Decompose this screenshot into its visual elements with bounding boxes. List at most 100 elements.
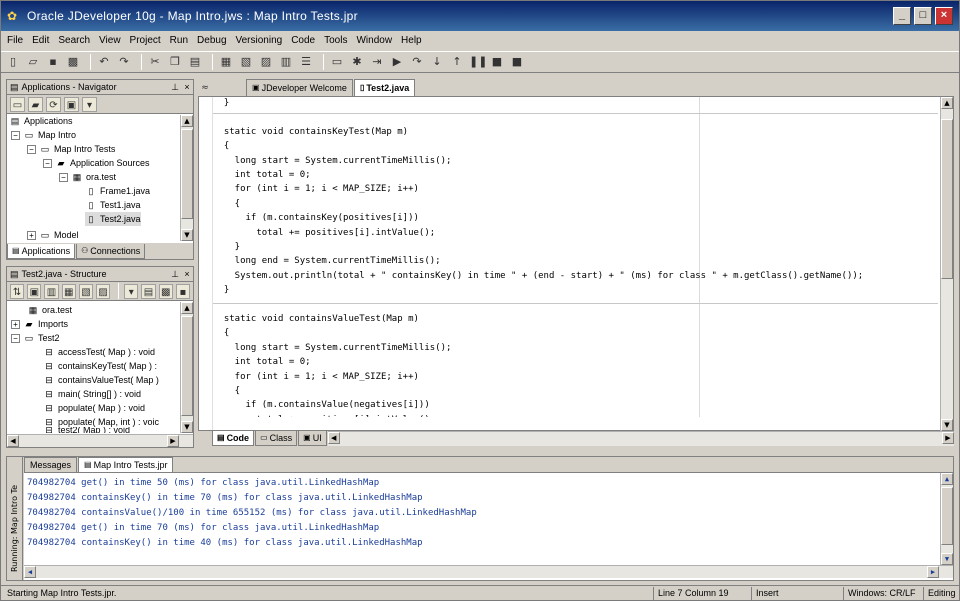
editor-gutter[interactable]	[199, 97, 213, 430]
menu-tools[interactable]: Tools	[324, 35, 347, 46]
filter-icon[interactable]: ▣	[64, 96, 79, 112]
tree-item-imports[interactable]: + ▰ Imports	[11, 317, 68, 331]
scroll-right-icon[interactable]: ▶	[927, 566, 939, 578]
tree-item-method[interactable]: ⊟ main( String[] ) : void	[43, 387, 141, 401]
scroll-thumb[interactable]	[181, 129, 193, 219]
tree-item-method[interactable]: ⊟ test2( Map ) : void	[43, 427, 130, 433]
cut-icon[interactable]: ✂	[147, 54, 163, 70]
pin-icon[interactable]: ⊥	[169, 269, 181, 280]
view-options-icon[interactable]: ▾	[124, 283, 139, 299]
collapse-icon[interactable]: −	[59, 172, 68, 182]
menu-view[interactable]: View	[99, 35, 121, 46]
tree-item-test2-java[interactable]: ▯ Test2.java	[85, 212, 141, 226]
log-hscrollbar[interactable]: ◀ ▶	[24, 565, 953, 578]
maximize-button[interactable]: □	[914, 7, 932, 25]
tab-jdeveloper-welcome[interactable]: ▣ JDeveloper Welcome	[246, 79, 353, 96]
menu-project[interactable]: Project	[130, 35, 161, 46]
menu-code[interactable]: Code	[291, 35, 315, 46]
deploy-icon[interactable]: ▨	[258, 54, 274, 70]
stop-icon[interactable]: ■	[489, 54, 505, 70]
tree-item-test1-java[interactable]: ▯ Test1.java	[85, 198, 141, 212]
tree-item-applications[interactable]: ▤ Applications	[9, 114, 73, 128]
tab-connections[interactable]: ⚇ Connections	[76, 244, 146, 259]
make-icon[interactable]: ▦	[218, 54, 234, 70]
show-public-icon[interactable]: ▧	[78, 283, 94, 299]
code-area[interactable]: } static void containsKeyTest(Map m) { l…	[213, 97, 938, 417]
title-bar[interactable]: ✿ Oracle JDeveloper 10g - Map Intro.jws …	[1, 1, 959, 31]
show-fields-icon[interactable]: ▣	[27, 283, 42, 299]
settings-icon[interactable]: ▪	[175, 283, 191, 299]
step-over-icon[interactable]: ↷	[409, 54, 425, 70]
scroll-right-icon[interactable]: ▶	[942, 432, 954, 444]
expand-icon[interactable]: +	[11, 319, 20, 329]
tree-item-method[interactable]: ⊟ containsValueTest( Map )	[43, 373, 159, 387]
scroll-left-icon[interactable]: ◀	[327, 432, 340, 444]
paste-icon[interactable]: ▤	[187, 54, 203, 70]
tab-test2-java[interactable]: ▯ Test2.java	[353, 79, 416, 96]
expand-icon[interactable]: +	[27, 230, 36, 240]
new-project-icon[interactable]: ▰	[28, 96, 43, 112]
ruler-icon[interactable]: ☰	[298, 54, 314, 70]
collapse-icon[interactable]: −	[43, 158, 52, 168]
scroll-down-icon[interactable]: ▼	[941, 553, 953, 565]
menu-window[interactable]: Window	[356, 35, 392, 46]
tab-applications[interactable]: ▤ Applications	[7, 244, 76, 259]
show-methods-icon[interactable]: ▥	[44, 283, 59, 299]
scroll-left-icon[interactable]: ◀	[24, 566, 36, 578]
copy-icon[interactable]: ❐	[167, 54, 183, 70]
new-application-icon[interactable]: ▭	[10, 96, 25, 112]
collapse-icon[interactable]: −	[11, 130, 20, 140]
tree-item-method[interactable]: ⊟ containsKeyTest( Map ) :	[43, 359, 157, 373]
tree-item-frame1-java[interactable]: ▯ Frame1.java	[85, 184, 151, 198]
menu-debug[interactable]: Debug	[197, 35, 226, 46]
menu-file[interactable]: File	[7, 35, 23, 46]
menu-help[interactable]: Help	[401, 35, 422, 46]
scroll-up-icon[interactable]: ▲	[181, 302, 193, 314]
menu-search[interactable]: Search	[58, 35, 90, 46]
run-to-cursor-icon[interactable]: ⇥	[369, 54, 385, 70]
structure-hscrollbar[interactable]: ◀ ▶	[7, 434, 193, 447]
profile-icon[interactable]: ▥	[278, 54, 294, 70]
log-side-strip[interactable]: Running: Map Intro Te	[7, 457, 23, 580]
freeze-view-icon[interactable]: ▤	[141, 283, 156, 299]
tab-list-icon[interactable]: ≈	[198, 80, 212, 96]
navigator-scrollbar[interactable]: ▲ ▼	[180, 115, 193, 241]
debug-bug-icon[interactable]: ✱	[349, 54, 365, 70]
panel-close-icon[interactable]: ×	[181, 269, 193, 279]
scroll-up-icon[interactable]: ▲	[941, 473, 953, 485]
step-into-icon[interactable]: ↓	[429, 54, 445, 70]
tab-class[interactable]: ▭ Class	[255, 431, 298, 446]
tree-item-ora-test[interactable]: − ▦ ora.test	[59, 170, 116, 184]
show-inherited-icon[interactable]: ▨	[96, 283, 111, 299]
scroll-thumb[interactable]	[941, 487, 953, 545]
tree-item-class-test2[interactable]: − ▭ Test2	[11, 331, 60, 345]
tree-item-application-sources[interactable]: − ▰ Application Sources	[43, 156, 150, 170]
tree-item-method[interactable]: ⊟ accessTest( Map ) : void	[43, 345, 155, 359]
sort-icon[interactable]: ⇅	[10, 283, 25, 299]
refresh-icon[interactable]: ⟳	[46, 96, 61, 112]
redo-icon[interactable]: ↷	[116, 54, 132, 70]
panel-close-icon[interactable]: ×	[181, 82, 193, 92]
new-icon[interactable]: ▯	[5, 54, 21, 70]
tree-item-model[interactable]: + ▭ Model	[27, 228, 79, 242]
scroll-up-icon[interactable]: ▲	[181, 115, 193, 127]
scroll-down-icon[interactable]: ▼	[181, 421, 193, 433]
log-output[interactable]: 704982704 get() in time 50 (ms) for clas…	[24, 473, 953, 580]
undo-icon[interactable]: ↶	[96, 54, 112, 70]
collapse-icon[interactable]: −	[27, 144, 36, 154]
minimize-button[interactable]: _	[893, 7, 911, 25]
new-view-icon[interactable]: ▩	[158, 283, 173, 299]
scroll-down-icon[interactable]: ▼	[941, 419, 953, 431]
tree-item-package[interactable]: ▦ ora.test	[27, 303, 72, 317]
pin-icon[interactable]: ⊥	[169, 82, 181, 93]
rebuild-icon[interactable]: ▧	[238, 54, 254, 70]
tab-map-intro-tests[interactable]: ▤ Map Intro Tests.jpr	[78, 457, 174, 472]
save-icon[interactable]: ▪	[45, 54, 61, 70]
close-button[interactable]: ×	[935, 7, 953, 25]
scroll-right-icon[interactable]: ▶	[167, 435, 179, 447]
tab-messages[interactable]: Messages	[24, 457, 78, 472]
terminate-icon[interactable]: ■	[509, 54, 525, 70]
editor-hscrollbar[interactable]: ◀ ▶	[327, 431, 954, 446]
menu-run[interactable]: Run	[170, 35, 188, 46]
tab-code[interactable]: ▤ Code	[212, 431, 255, 446]
